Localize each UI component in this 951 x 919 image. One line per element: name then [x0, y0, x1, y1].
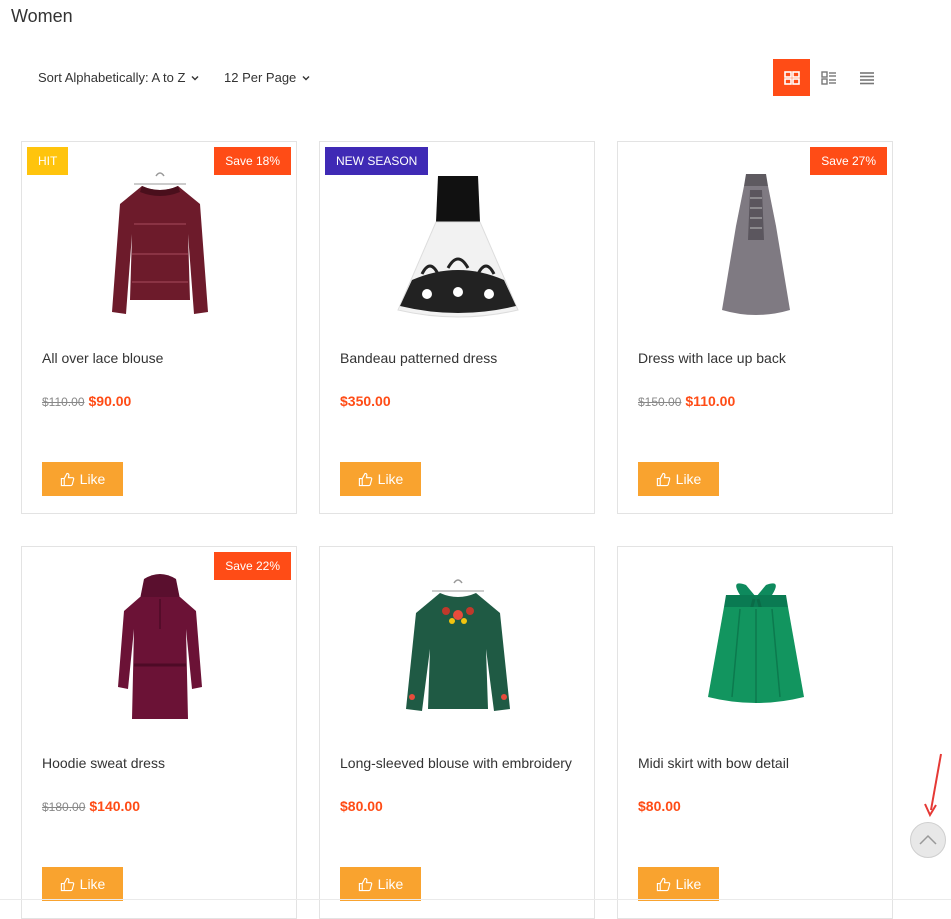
product-card[interactable]: Long-sleeved blouse with embroidery $80.…	[319, 546, 595, 919]
product-card[interactable]: Save 22% Hoodie sweat dress $180.00 $140…	[21, 546, 297, 919]
price-row: $110.00 $90.00	[42, 393, 131, 409]
current-price: $90.00	[88, 393, 132, 409]
thumbs-up-icon	[60, 472, 74, 486]
thumbs-up-icon	[656, 472, 670, 486]
product-name[interactable]: All over lace blouse	[42, 349, 278, 368]
grid-view-button[interactable]	[773, 59, 810, 96]
list-view-icon	[859, 71, 874, 84]
chevron-down-icon	[302, 75, 310, 80]
like-button[interactable]: Like	[340, 462, 421, 496]
product-image-patterned-dress[interactable]	[382, 164, 534, 324]
page-title: Women	[11, 6, 73, 26]
like-button[interactable]: Like	[638, 462, 719, 496]
like-button-label: Like	[377, 876, 404, 892]
like-button-label: Like	[675, 876, 702, 892]
price-row: $180.00 $140.00	[42, 798, 140, 814]
like-button-label: Like	[377, 471, 404, 487]
old-price: $150.00	[638, 395, 682, 409]
current-price: $140.00	[89, 798, 140, 814]
thumbs-up-icon	[358, 877, 372, 891]
price-row: $150.00 $110.00	[638, 393, 735, 409]
current-price: $80.00	[340, 798, 383, 814]
product-name[interactable]: Midi skirt with bow detail	[638, 754, 874, 773]
like-button-label: Like	[79, 471, 106, 487]
like-button[interactable]: Like	[638, 867, 719, 901]
thumbs-up-icon	[656, 877, 670, 891]
sort-select-label: Sort Alphabetically: A to Z	[38, 70, 186, 85]
product-name[interactable]: Long-sleeved blouse with embroidery	[340, 754, 576, 773]
current-price: $80.00	[638, 798, 681, 814]
like-button[interactable]: Like	[42, 462, 123, 496]
product-name[interactable]: Hoodie sweat dress	[42, 754, 278, 773]
chevron-up-icon	[919, 834, 937, 845]
product-card[interactable]: Midi skirt with bow detail $80.00 Like	[617, 546, 893, 919]
per-page-select[interactable]: 12 Per Page	[224, 70, 310, 85]
product-card[interactable]: Save 27% Dress with lace up back $150.00…	[617, 141, 893, 514]
price-row: $80.00	[340, 798, 383, 814]
current-price: $110.00	[685, 393, 736, 409]
product-image-halter-dress[interactable]	[680, 164, 832, 324]
product-name[interactable]: Bandeau patterned dress	[340, 349, 576, 368]
chevron-down-icon	[191, 75, 199, 80]
product-image-hoodie-dress[interactable]	[84, 569, 236, 729]
grid-view-icon	[783, 70, 800, 85]
product-card[interactable]: NEW SEASON Bandeau patterned dress $350.…	[319, 141, 595, 514]
price-row: $350.00	[340, 393, 391, 409]
old-price: $180.00	[42, 800, 86, 814]
like-button-label: Like	[675, 471, 702, 487]
product-image-embroidered-blouse[interactable]	[382, 569, 534, 729]
old-price: $110.00	[42, 395, 85, 409]
current-price: $350.00	[340, 393, 391, 409]
like-button[interactable]: Like	[340, 867, 421, 901]
per-page-select-label: 12 Per Page	[224, 70, 297, 85]
sort-select[interactable]: Sort Alphabetically: A to Z	[38, 70, 199, 85]
product-name[interactable]: Dress with lace up back	[638, 349, 874, 368]
grid-list-view-icon	[820, 70, 836, 85]
grid-list-view-button[interactable]	[810, 59, 847, 96]
like-button[interactable]: Like	[42, 867, 123, 901]
like-button-label: Like	[79, 876, 106, 892]
list-view-button[interactable]	[848, 59, 885, 96]
hit-badge: HIT	[27, 147, 69, 175]
price-row: $80.00	[638, 798, 681, 814]
product-card[interactable]: HIT Save 18% All over lace blouse $110.0…	[21, 141, 297, 514]
product-image-midi-skirt[interactable]	[680, 569, 832, 729]
product-image-lace-blouse[interactable]	[84, 164, 236, 324]
scroll-to-top-button[interactable]	[910, 822, 946, 858]
arrow-annotation	[924, 753, 942, 818]
thumbs-up-icon	[60, 877, 74, 891]
thumbs-up-icon	[358, 472, 372, 486]
